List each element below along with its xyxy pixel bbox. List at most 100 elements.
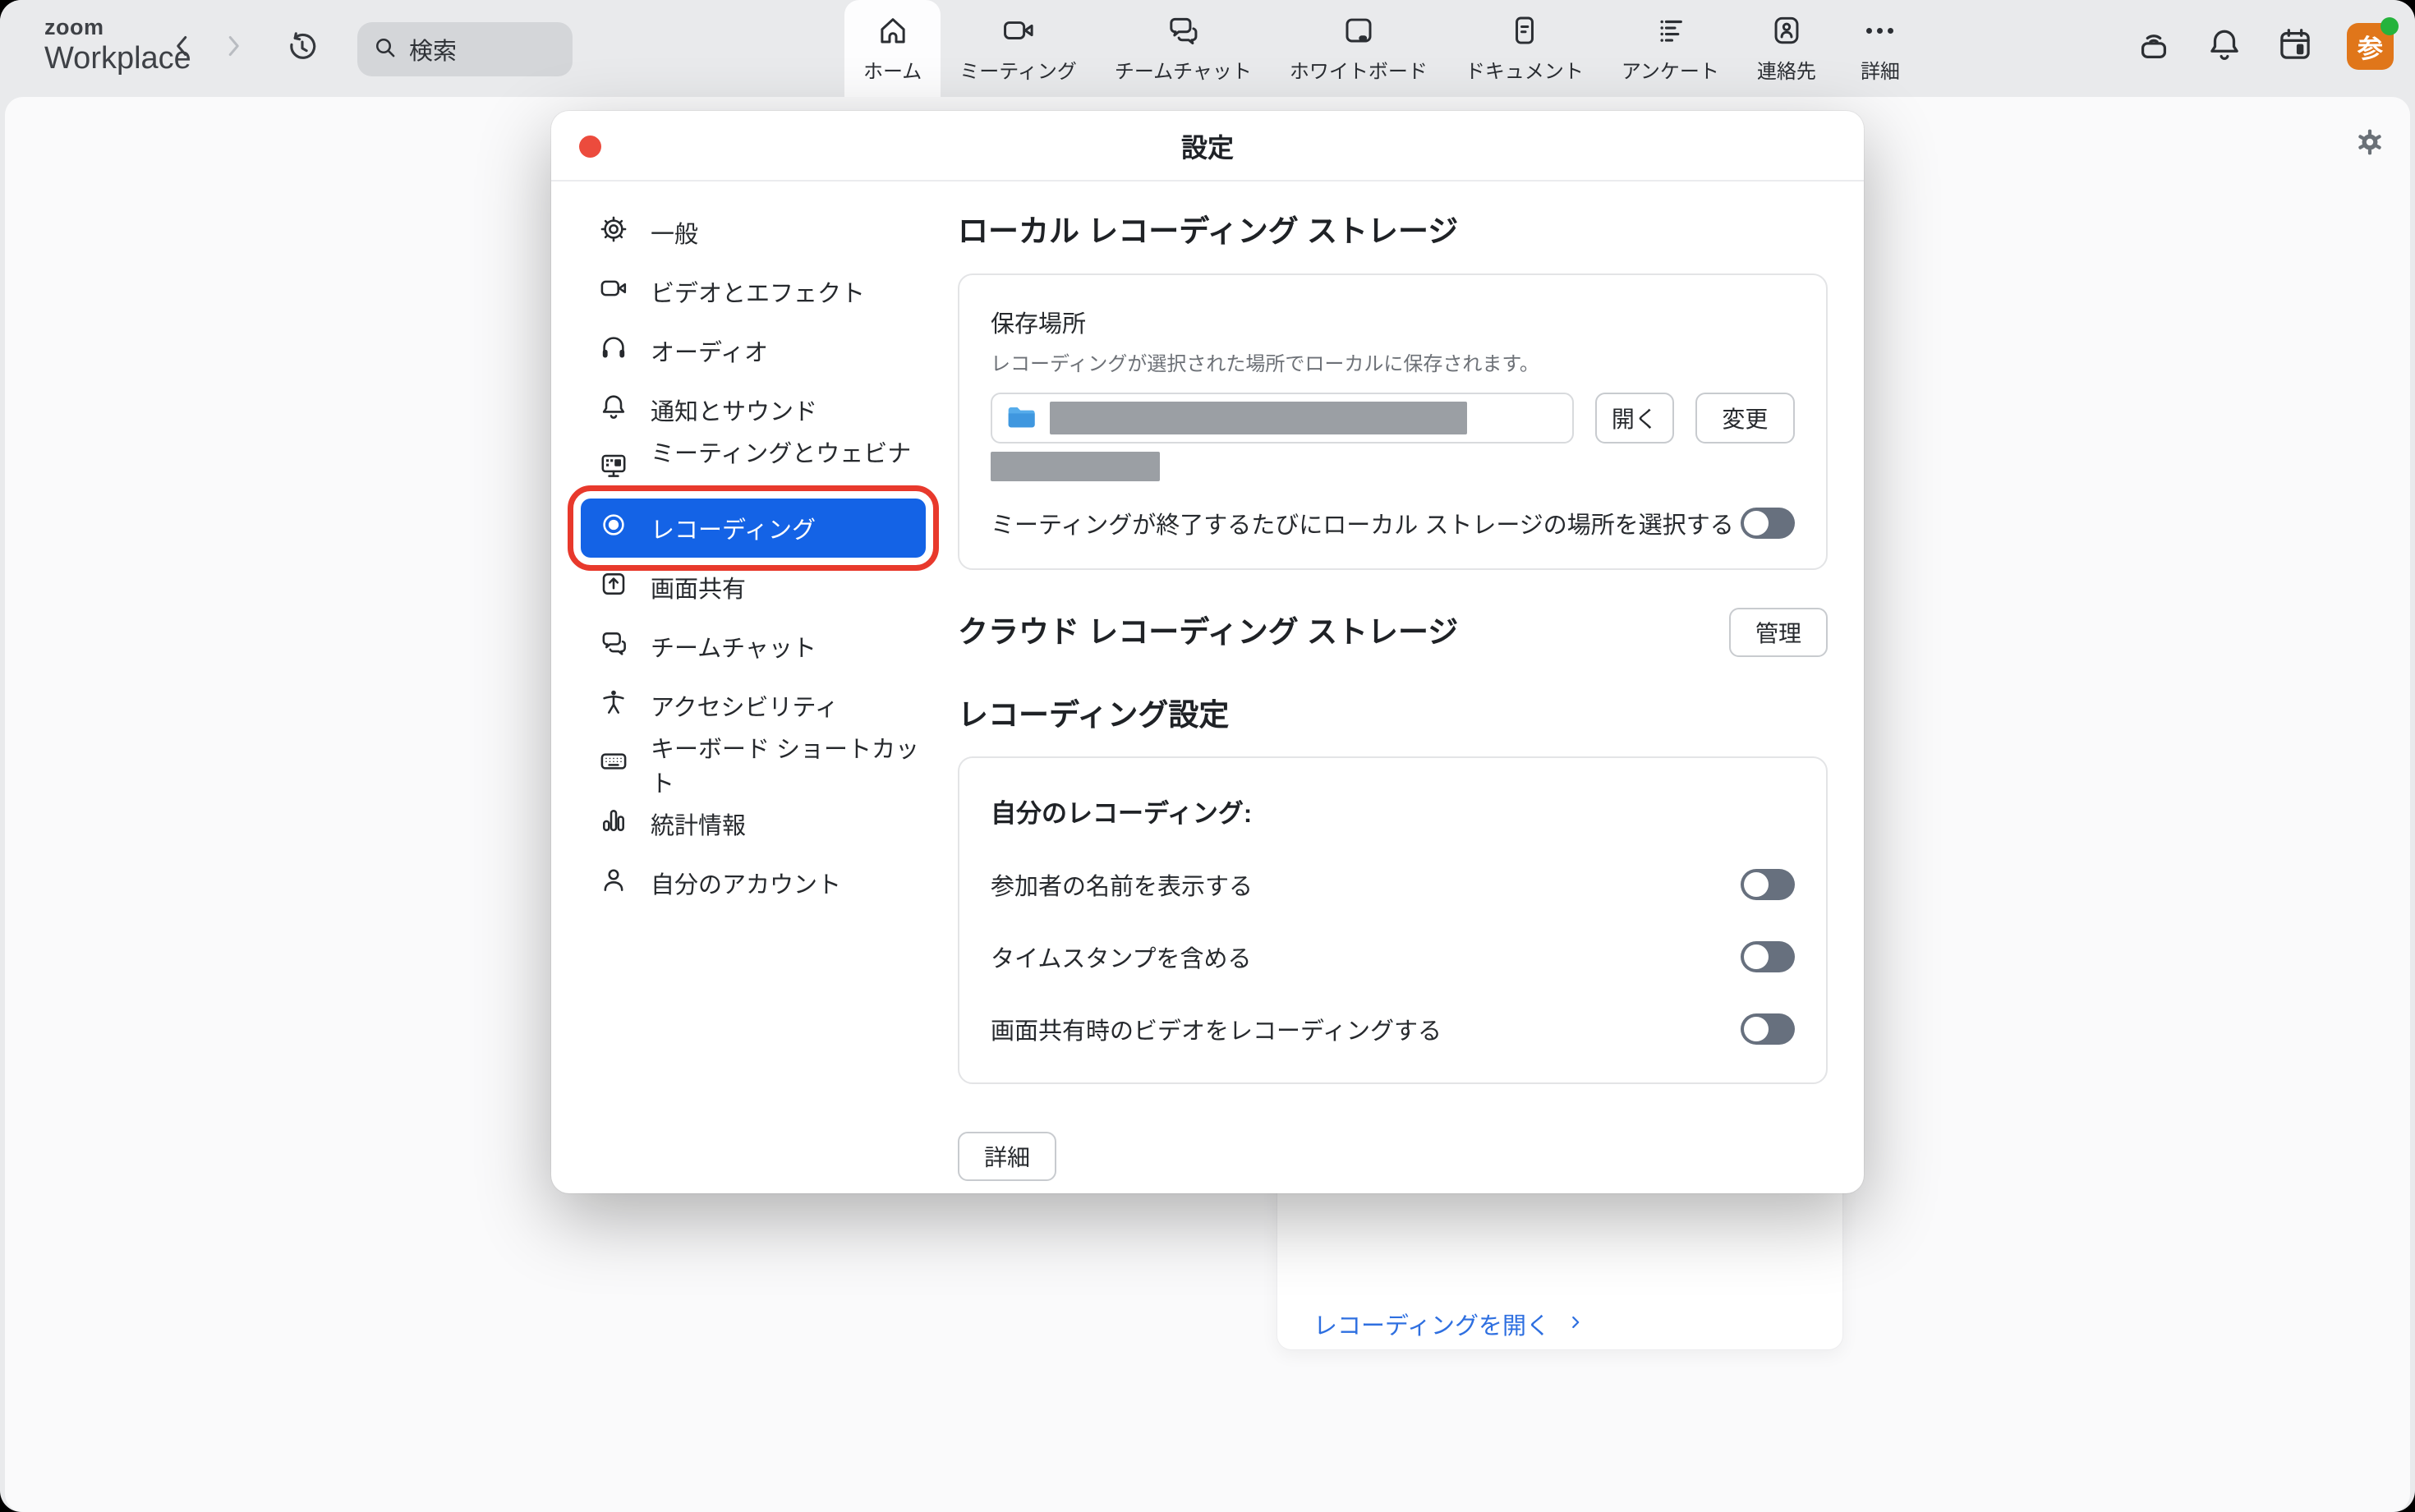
manage-cloud-storage-button[interactable]: 管理 xyxy=(1729,608,1828,657)
settings-content: ローカル レコーディング ストレージ 保存場所 レコーディングが選択された場所で… xyxy=(958,182,1828,1193)
settings-dialog-title: 設定 xyxy=(551,111,1864,182)
calendar-button[interactable] xyxy=(2276,28,2314,66)
topbar-right-icons: 参 xyxy=(2135,23,2394,70)
connect-device-button[interactable] xyxy=(2135,28,2173,66)
open-recordings-link[interactable]: レコーディングを開く xyxy=(1313,1307,1585,1341)
tab-docs[interactable]: ドキュメント xyxy=(1447,0,1603,97)
tab-label: ドキュメント xyxy=(1465,55,1584,84)
sidebar-item-label: 画面共有 xyxy=(651,570,746,604)
choose-location-each-meeting-toggle[interactable] xyxy=(1741,508,1795,539)
video-camera-icon xyxy=(1001,13,1036,48)
sidebar-item-keyboard-shortcuts[interactable]: キーボード ショートカット xyxy=(581,735,926,794)
keyboard-icon xyxy=(599,747,628,783)
open-location-button[interactable]: 開く xyxy=(1595,393,1674,443)
save-location-path-input[interactable] xyxy=(991,393,1574,443)
search-placeholder: 検索 xyxy=(409,32,457,67)
home-icon xyxy=(876,13,910,48)
record-video-during-share-row: 画面共有時のビデオをレコーディングする xyxy=(991,1012,1795,1046)
my-recordings-label: 自分のレコーディング: xyxy=(991,793,1795,830)
chat-bubbles-icon xyxy=(599,628,628,664)
tab-more[interactable]: 詳細 xyxy=(1835,0,1925,97)
chevron-left-icon xyxy=(168,31,197,65)
chat-bubbles-icon xyxy=(1166,13,1200,48)
search-icon xyxy=(372,34,398,65)
change-location-button[interactable]: 変更 xyxy=(1695,393,1795,443)
tab-label: アンケート xyxy=(1622,55,1719,84)
sidebar-item-meetings-webinars[interactable]: ミーティングとウェビナー xyxy=(581,439,926,499)
include-timestamp-row: タイムスタンプを含める xyxy=(991,940,1795,974)
sidebar-item-screen-share[interactable]: 画面共有 xyxy=(581,558,926,617)
chevron-right-icon xyxy=(1566,1311,1585,1338)
local-recording-storage-heading: ローカル レコーディング ストレージ xyxy=(958,213,1828,250)
tab-meetings[interactable]: ミーティング xyxy=(941,0,1096,97)
gear-filled-icon xyxy=(2353,149,2387,163)
settings-dialog-header: 設定 xyxy=(551,111,1864,182)
headphones-icon xyxy=(599,333,628,369)
sidebar-item-notifications-sounds[interactable]: 通知とサウンド xyxy=(581,380,926,439)
tab-surveys[interactable]: アンケート xyxy=(1603,0,1738,97)
show-participant-names-toggle[interactable] xyxy=(1741,869,1795,900)
forward-button[interactable] xyxy=(215,30,251,66)
advanced-button[interactable]: 詳細 xyxy=(958,1132,1056,1181)
back-button[interactable] xyxy=(164,30,200,66)
include-timestamp-toggle[interactable] xyxy=(1741,941,1795,972)
sidebar-item-my-account[interactable]: 自分のアカウント xyxy=(581,853,926,912)
sidebar-item-statistics[interactable]: 統計情報 xyxy=(581,794,926,853)
sidebar-item-label: オーディオ xyxy=(651,333,768,368)
sidebar-item-label: キーボード ショートカット xyxy=(651,730,926,799)
avatar-initial: 参 xyxy=(2358,28,2383,65)
tab-home[interactable]: ホーム xyxy=(844,0,941,97)
cloud-recording-storage-row: クラウド レコーディング ストレージ 管理 xyxy=(958,608,1828,657)
search-input[interactable]: 検索 xyxy=(357,22,573,76)
share-screen-icon xyxy=(599,569,628,605)
settings-sidebar: 一般 ビデオとエフェクト オーディオ xyxy=(581,203,934,912)
tab-team-chat[interactable]: チームチャット xyxy=(1096,0,1271,97)
record-video-during-share-toggle[interactable] xyxy=(1741,1013,1795,1045)
tab-label: ホーム xyxy=(863,55,922,84)
tab-label: チームチャット xyxy=(1115,55,1252,84)
sidebar-item-label: ビデオとエフェクト xyxy=(651,274,865,309)
sidebar-item-label: 統計情報 xyxy=(651,807,746,841)
choose-location-each-meeting-label: ミーティングが終了するたびにローカル ストレージの場所を選択する xyxy=(991,506,1734,540)
sidebar-item-label: レコーディング xyxy=(651,511,816,545)
page-settings-button[interactable] xyxy=(2353,125,2387,159)
sidebar-item-general[interactable]: 一般 xyxy=(581,203,926,262)
cloud-recording-storage-heading: クラウド レコーディング ストレージ xyxy=(958,614,1458,651)
document-icon xyxy=(1507,13,1542,48)
tab-label: 詳細 xyxy=(1861,55,1900,84)
user-avatar[interactable]: 参 xyxy=(2347,23,2394,70)
include-timestamp-label: タイムスタンプを含める xyxy=(991,940,1252,974)
bar-chart-icon xyxy=(599,806,628,842)
open-recordings-label: レコーディングを開く xyxy=(1313,1307,1550,1341)
main-tab-bar: ホーム ミーティング チームチャット xyxy=(844,0,1925,97)
tab-whiteboard[interactable]: ホワイトボード xyxy=(1271,0,1447,97)
show-participant-names-row: 参加者の名前を表示する xyxy=(991,867,1795,902)
choose-location-each-meeting-row: ミーティングが終了するたびにローカル ストレージの場所を選択する xyxy=(991,506,1795,540)
sidebar-item-label: ミーティングとウェビナー xyxy=(651,434,926,503)
history-button[interactable] xyxy=(283,30,322,69)
sidebar-item-video-effects[interactable]: ビデオとエフェクト xyxy=(581,262,926,321)
tab-contacts[interactable]: 連絡先 xyxy=(1738,0,1835,97)
notifications-button[interactable] xyxy=(2206,28,2243,66)
chevron-right-icon xyxy=(218,31,248,65)
accessibility-icon xyxy=(599,687,628,724)
record-icon xyxy=(599,510,628,546)
presence-status-dot xyxy=(2380,17,2399,35)
recording-settings-card: 自分のレコーディング: 参加者の名前を表示する タイムスタンプを含める 画面共有… xyxy=(958,756,1828,1084)
sidebar-item-label: 自分のアカウント xyxy=(651,866,841,900)
sidebar-item-label: 通知とサウンド xyxy=(651,393,817,427)
redacted-save-path xyxy=(1050,402,1467,434)
sidebar-item-team-chat[interactable]: チームチャット xyxy=(581,617,926,676)
bell-icon xyxy=(599,392,628,428)
save-location-row: 開く 変更 xyxy=(991,393,1795,443)
survey-icon xyxy=(1653,13,1687,48)
bell-icon xyxy=(2206,25,2243,67)
calendar-icon xyxy=(2276,25,2314,67)
sidebar-item-label: チームチャット xyxy=(651,629,816,664)
sidebar-item-accessibility[interactable]: アクセシビリティ xyxy=(581,676,926,735)
more-ellipsis-icon xyxy=(1866,13,1893,48)
sidebar-item-recording[interactable]: レコーディング xyxy=(581,499,926,558)
video-camera-icon xyxy=(599,273,628,310)
sidebar-item-label: 一般 xyxy=(651,215,698,250)
sidebar-item-audio[interactable]: オーディオ xyxy=(581,321,926,380)
